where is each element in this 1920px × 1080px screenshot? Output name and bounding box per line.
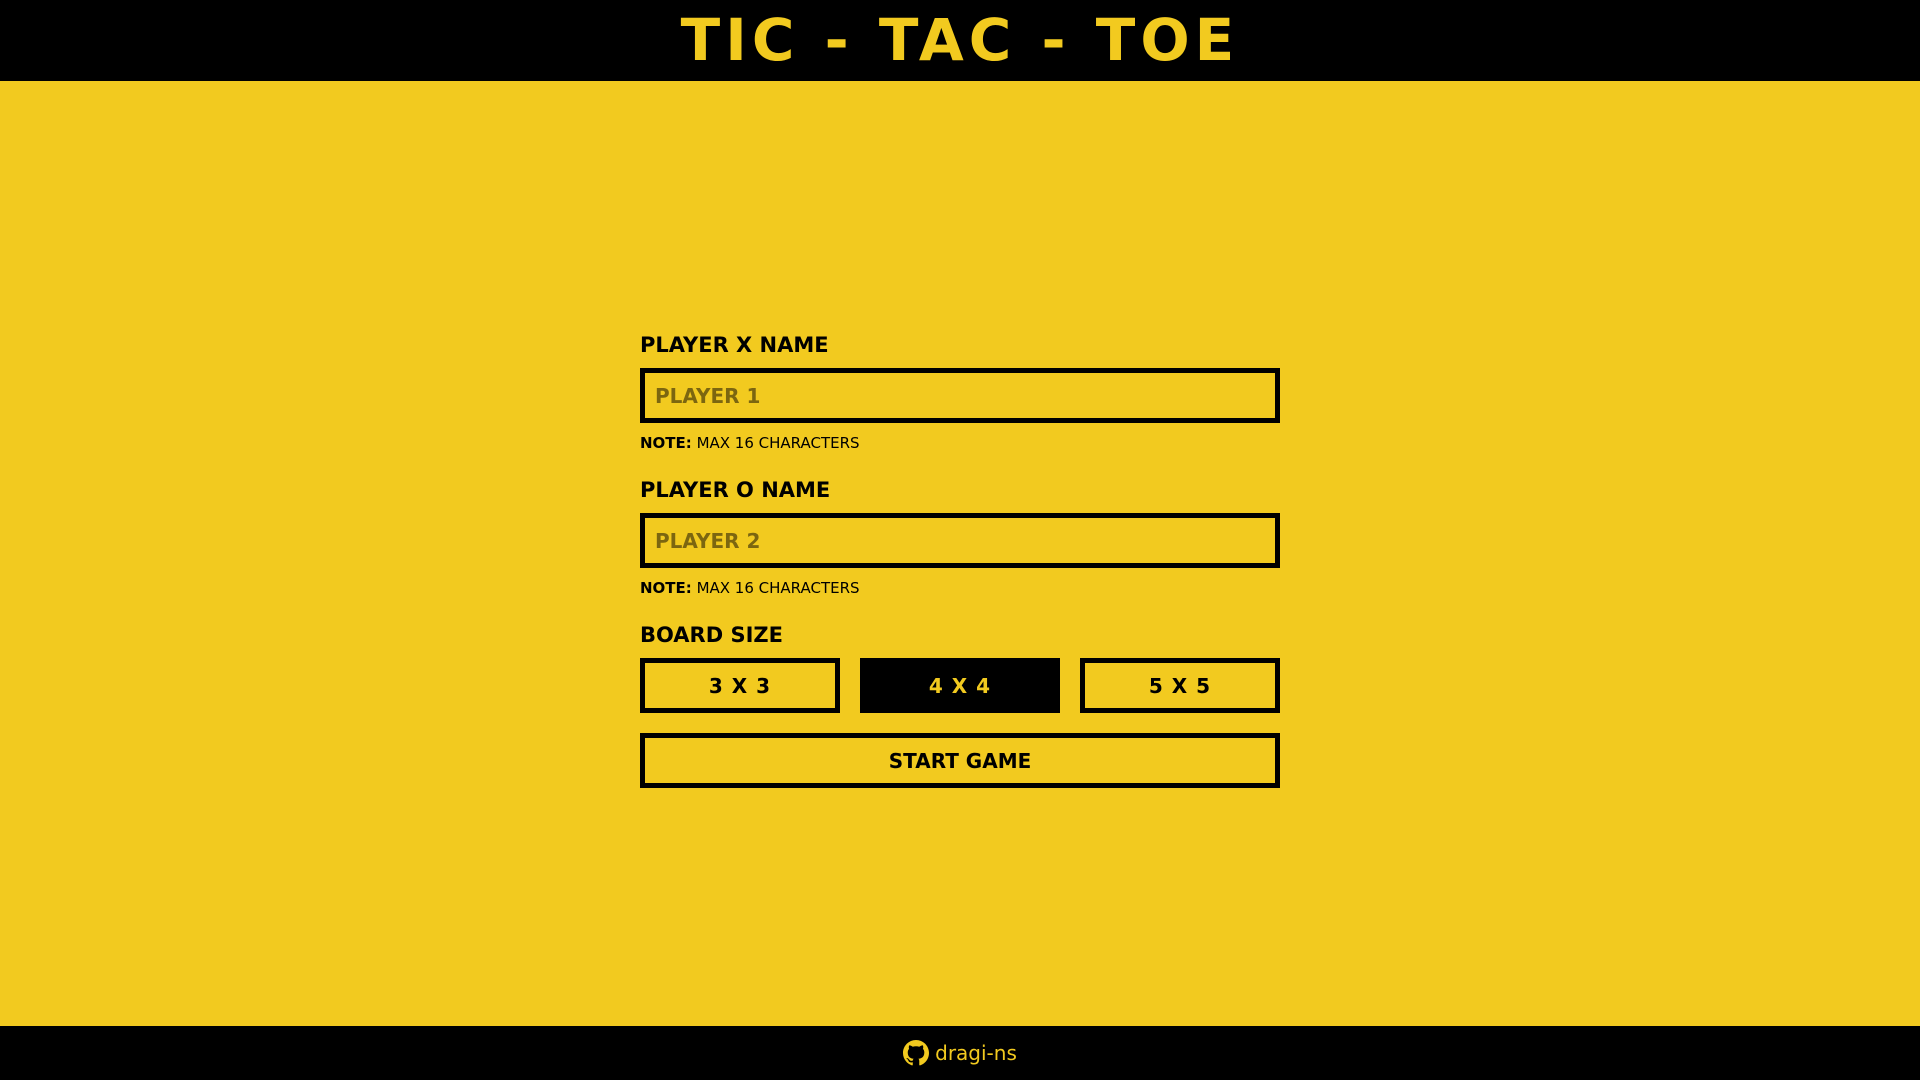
- board-size-label: BOARD SIZE: [640, 623, 783, 647]
- github-icon: [903, 1040, 930, 1066]
- github-link[interactable]: dragi-ns: [903, 1040, 1017, 1066]
- setup-form: PLAYER X NAME NOTE: MAX 16 CHARACTERS PL…: [640, 330, 1280, 788]
- github-username: dragi-ns: [935, 1041, 1017, 1065]
- player-o-note: NOTE: MAX 16 CHARACTERS: [640, 578, 1280, 598]
- player-x-group: PLAYER X NAME NOTE: MAX 16 CHARACTERS: [640, 330, 1280, 453]
- player-o-name-input[interactable]: [640, 513, 1280, 568]
- note-text: MAX 16 CHARACTERS: [691, 579, 860, 597]
- app-footer: dragi-ns: [0, 1026, 1920, 1080]
- board-size-5x5-button[interactable]: 5 X 5: [1080, 658, 1280, 713]
- player-x-label: PLAYER X NAME: [640, 333, 829, 357]
- player-o-label: PLAYER O NAME: [640, 478, 831, 502]
- start-game-button[interactable]: START GAME: [640, 733, 1280, 788]
- page-title: TIC - TAC - TOE: [680, 6, 1240, 74]
- note-text: MAX 16 CHARACTERS: [691, 434, 860, 452]
- player-o-group: PLAYER O NAME NOTE: MAX 16 CHARACTERS: [640, 475, 1280, 598]
- player-x-name-input[interactable]: [640, 368, 1280, 423]
- note-prefix: NOTE:: [640, 579, 692, 597]
- board-size-options: 3 X 3 4 X 4 5 X 5: [640, 658, 1280, 713]
- board-size-3x3-button[interactable]: 3 X 3: [640, 658, 840, 713]
- app-header: TIC - TAC - TOE: [0, 0, 1920, 81]
- note-prefix: NOTE:: [640, 434, 692, 452]
- board-size-4x4-button[interactable]: 4 X 4: [860, 658, 1060, 713]
- player-x-note: NOTE: MAX 16 CHARACTERS: [640, 433, 1280, 453]
